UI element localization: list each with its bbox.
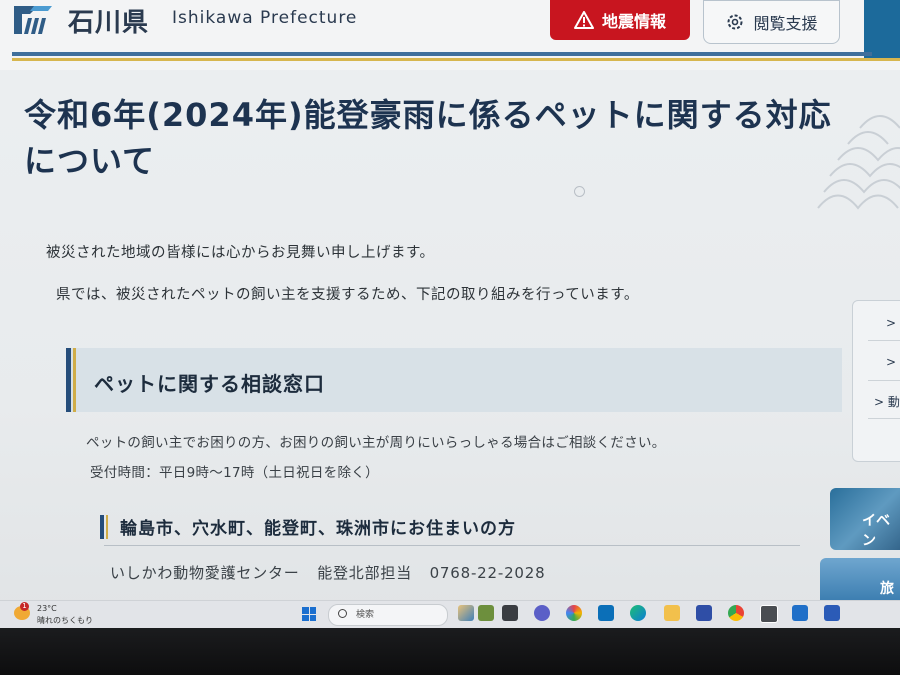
search-icon: [338, 609, 347, 618]
page-title: 令和6年(2024年)能登豪雨に係るペットに関する対応について: [24, 96, 832, 180]
intro-sympathy-text: 被災された地域の皆様には心からお見舞い申し上げます。: [46, 245, 435, 261]
browser-viewport: 石川県 Ishikawa Prefecture 地震情報 閲覧支援 令和6年(2…: [0, 0, 900, 675]
contact-info: いしかわ動物愛護センター 能登北部担当 0768-22-2028: [110, 562, 557, 583]
section-accent-bar-gold: [73, 348, 76, 412]
subsection-title: 輪島市、穴水町、能登町、珠洲市にお住まいの方: [120, 519, 516, 539]
xbox-icon[interactable]: [760, 605, 778, 623]
contact-department: 能登北部担当: [317, 564, 412, 582]
weather-notification-badge: 1: [20, 602, 29, 611]
intro-support-text: 県では、被災されたペットの飼い主を支援するため、下記の取り組みを行っています。: [56, 287, 639, 303]
header-menu-block[interactable]: [864, 0, 900, 60]
accessibility-label: 閲覧支援: [753, 14, 818, 33]
warning-icon: [573, 11, 594, 29]
reception-hours: 受付時間：平日9時～17時（土日祝日を除く）: [90, 465, 379, 481]
side-nav-item-3[interactable]: > 動: [874, 393, 900, 410]
windows-start-icon[interactable]: [302, 607, 316, 621]
weather-condition: 晴れのちくもり: [37, 616, 93, 625]
word-icon[interactable]: [824, 605, 840, 621]
side-nav-divider: [868, 418, 900, 419]
task-view-icon[interactable]: [502, 605, 518, 621]
contact-organization: いしかわ動物愛護センター: [110, 564, 300, 582]
subsection-accent-bar: [100, 515, 104, 539]
copilot-icon[interactable]: [566, 605, 582, 621]
taskbar-search-label: 検索: [356, 610, 375, 620]
site-name[interactable]: 石川県: [68, 2, 149, 39]
edge-browser-icon[interactable]: [630, 605, 646, 621]
tourism-banner-label: 旅: [880, 581, 894, 597]
side-nav-item-1[interactable]: >: [886, 316, 896, 330]
event-banner-label: イベン: [862, 513, 890, 549]
consultation-description: ペットの飼い主でお困りの方、お困りの飼い主が周りにいらっしゃる場合はご相談くださ…: [86, 435, 666, 451]
news-widget-icon[interactable]: [458, 605, 474, 621]
microsoft-store-icon[interactable]: [696, 605, 712, 621]
subsection-accent-bar-gold: [106, 515, 108, 539]
dell-app-icon[interactable]: [598, 605, 614, 621]
side-nav-divider: [868, 340, 900, 341]
file-explorer-icon[interactable]: [664, 605, 680, 621]
section-title: ペットに関する相談窓口: [94, 372, 325, 396]
contact-phone[interactable]: 0768-22-2028: [430, 564, 546, 582]
section-accent-bar: [66, 348, 71, 412]
subsection-divider: [104, 545, 800, 546]
teams-chat-icon[interactable]: [534, 605, 550, 621]
accessibility-button[interactable]: 閲覧支援: [703, 0, 840, 44]
site-name-en[interactable]: Ishikawa Prefecture: [172, 8, 357, 28]
side-nav-divider: [868, 380, 900, 381]
header-divider-blue: [12, 52, 872, 56]
gear-icon: [727, 14, 743, 30]
prefecture-logo-icon[interactable]: [8, 2, 56, 38]
earthquake-info-button[interactable]: 地震情報: [550, 0, 690, 40]
earthquake-info-label: 地震情報: [601, 12, 666, 31]
chrome-browser-icon[interactable]: [728, 605, 744, 621]
widget-plant-icon[interactable]: [478, 605, 494, 621]
outlook-icon[interactable]: [792, 605, 808, 621]
header-divider-gold: [12, 58, 900, 61]
side-nav-item-2[interactable]: >: [886, 355, 896, 369]
wave-pattern-decoration: [817, 115, 900, 210]
scroll-dot-decoration: [574, 186, 585, 197]
weather-temperature: 23°C: [37, 604, 57, 613]
monitor-bezel: [0, 628, 900, 675]
